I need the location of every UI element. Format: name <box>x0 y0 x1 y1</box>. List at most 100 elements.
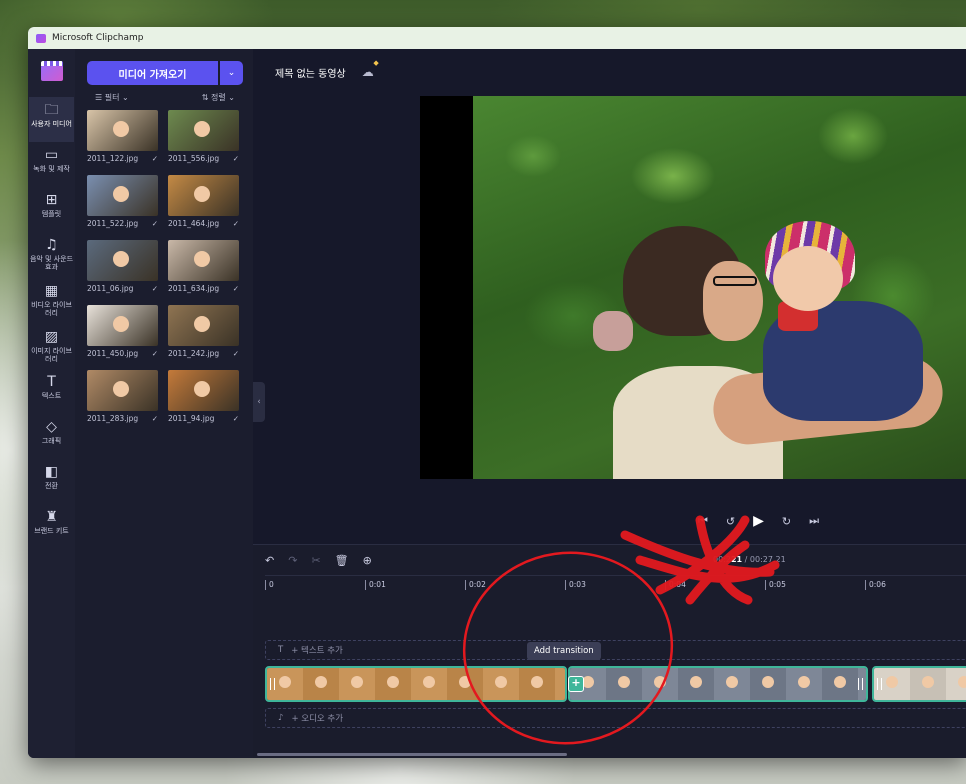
media-grid: 2011_122.jpg ✓ 2011_556.jpg ✓ 2011_522.jpg ✓ 2… <box>87 110 253 435</box>
media-filename: 2011_522.jpg <box>87 219 139 228</box>
clip-frame-thumbnail <box>678 668 714 700</box>
media-thumbnail <box>87 240 158 281</box>
chevron-left-icon: ‹ <box>257 397 261 407</box>
media-item[interactable]: 2011_556.jpg ✓ <box>168 110 240 175</box>
rail-item-label: 음악 및 사운드 효과 <box>29 255 74 272</box>
filter-button[interactable]: ☰ 필터 ⌄ <box>95 92 129 103</box>
rail-item-label: 텍스트 <box>41 392 62 401</box>
clip-trim-handle-left[interactable] <box>270 678 275 690</box>
filter-icon: ☰ <box>95 93 103 102</box>
media-item[interactable]: 2011_94.jpg ✓ <box>168 370 240 435</box>
rail-item-label: 전환 <box>45 482 58 491</box>
added-check-icon: ✓ <box>151 219 158 228</box>
media-item[interactable]: 2011_242.jpg ✓ <box>168 305 240 370</box>
clip-frame-thumbnail <box>303 668 339 700</box>
rewind-5s-icon[interactable]: ↺ <box>726 515 735 528</box>
sort-label: 정렬 <box>211 93 226 102</box>
rail-item-label: 비디오 라이브러리 <box>31 300 72 318</box>
rail-item-4[interactable]: ▦ 비디오 라이브러리 <box>29 278 74 324</box>
undo-icon[interactable]: ↶ <box>265 554 274 567</box>
video-clip-3[interactable] <box>872 666 966 702</box>
clip-frame-thumbnail <box>786 668 822 700</box>
rail-item-7[interactable]: ◇ 그래픽 <box>29 414 74 459</box>
playback-controls: ⏮ ↺ ▶ ↻ ⏭ <box>698 513 819 529</box>
media-thumbnail <box>168 110 239 151</box>
added-check-icon: ✓ <box>151 414 158 423</box>
ruler-tick-label: 0:03 <box>565 580 586 590</box>
media-thumbnail <box>87 305 158 346</box>
rail-item-label: 사용자 미디어 <box>31 120 72 128</box>
media-item[interactable]: 2011_122.jpg ✓ <box>87 110 159 175</box>
skip-to-end-icon[interactable]: ⏭ <box>809 514 819 528</box>
sort-button[interactable]: ⇅ 정렬 ⌄ <box>202 92 235 103</box>
media-filename: 2011_06.jpg <box>87 284 134 293</box>
cloud-off-icon[interactable]: ☁ ◆ <box>362 59 379 79</box>
media-filename: 2011_556.jpg <box>168 154 220 163</box>
clip-frame-thumbnail <box>483 668 519 700</box>
add-transition-button[interactable]: + <box>568 676 584 692</box>
media-thumbnail <box>168 305 239 346</box>
media-item[interactable]: 2011_522.jpg ✓ <box>87 175 159 240</box>
split-scissors-icon[interactable]: ✂ <box>311 554 320 567</box>
collapse-panel-handle[interactable]: ‹ <box>253 382 265 422</box>
media-thumbnail <box>168 370 239 411</box>
video-clip-2[interactable] <box>568 666 868 702</box>
text-icon: T <box>47 374 56 391</box>
video-preview[interactable] <box>420 96 966 479</box>
play-icon[interactable]: ▶ <box>753 513 764 529</box>
ruler-tick-label: 0:02 <box>465 580 486 590</box>
media-item[interactable]: 2011_283.jpg ✓ <box>87 370 159 435</box>
media-thumbnail <box>87 175 158 216</box>
media-item[interactable]: 2011_464.jpg ✓ <box>168 175 240 240</box>
clip-frame-thumbnail <box>519 668 555 700</box>
ruler-tick-label: 0:01 <box>365 580 386 590</box>
premium-gem-icon: ◆ <box>373 59 379 67</box>
media-item[interactable]: 2011_450.jpg ✓ <box>87 305 159 370</box>
rail-item-2[interactable]: ⊞ 템플릿 <box>29 187 74 232</box>
ruler-tick-label: 0:06 <box>865 580 886 590</box>
timecode-display: 00:221 / 00:27.21 <box>713 555 786 564</box>
rail-item-9[interactable]: ♜ 브랜드 키트 <box>29 504 74 549</box>
add-text-label: + 텍스트 추가 <box>291 646 343 656</box>
media-item[interactable]: 2011_06.jpg ✓ <box>87 240 159 305</box>
added-check-icon: ✓ <box>151 349 158 358</box>
sort-icon: ⇅ <box>201 93 209 102</box>
image-icon: ▨ <box>44 328 59 345</box>
templates-icon: ⊞ <box>45 192 58 208</box>
clip-trim-handle-left[interactable] <box>877 678 882 690</box>
clipchamp-app-icon <box>36 33 46 43</box>
media-filename: 2011_242.jpg <box>168 349 220 358</box>
video-clip-1[interactable] <box>265 666 567 702</box>
rail-item-3[interactable]: ♫ 음악 및 사운드 효과 <box>29 232 74 278</box>
left-nav-rail: 🗀 사용자 미디어 ▭ 녹화 및 제작 ⊞ 템플릿 ♫ 음악 및 사운드 효과 ▦ 비디오 라이브… <box>28 49 75 758</box>
timeline-horizontal-scrollbar[interactable] <box>257 753 567 756</box>
media-thumbnail <box>87 110 158 151</box>
add-media-icon[interactable]: ⊕ <box>363 554 372 567</box>
import-media-button[interactable]: 미디어 가져오기 <box>87 61 218 85</box>
clipchamp-logo <box>39 61 65 83</box>
import-options-dropdown[interactable]: ⌄ <box>220 61 243 85</box>
media-filename: 2011_464.jpg <box>168 219 220 228</box>
clip-frame-thumbnail <box>555 668 565 700</box>
media-item[interactable]: 2011_634.jpg ✓ <box>168 240 240 305</box>
forward-5s-icon[interactable]: ↻ <box>782 515 791 528</box>
redo-icon[interactable]: ↷ <box>288 554 297 567</box>
rail-item-0[interactable]: 🗀 사용자 미디어 <box>29 97 74 142</box>
add-audio-track[interactable]: ♪ + 오디오 추가 <box>265 708 966 728</box>
add-text-track[interactable]: T + 텍스트 추가 <box>265 640 966 660</box>
delete-trash-icon[interactable]: 🗑 <box>335 554 349 567</box>
clip-trim-handle-right[interactable] <box>858 678 863 690</box>
clip-frame-thumbnail <box>642 668 678 700</box>
rail-item-5[interactable]: ▨ 이미지 라이브러리 <box>29 324 74 370</box>
timeline-panel: ↶ ↷ ✂ 🗑 ⊕ 00:221 / 00:27.21 0 0:01 0:02 0:0… <box>253 544 966 758</box>
rail-item-label: 브랜드 키트 <box>34 527 69 536</box>
rail-item-6[interactable]: T 텍스트 <box>29 369 74 414</box>
clip-frame-thumbnail <box>946 668 966 700</box>
skip-to-start-icon[interactable]: ⏮ <box>698 514 708 528</box>
project-title[interactable]: 제목 없는 동영상 <box>275 65 346 80</box>
ruler-tick-label: 0:04 <box>665 580 686 590</box>
timeline-ruler[interactable]: 0 0:01 0:02 0:03 0:04 0:05 0:06 <box>265 575 966 595</box>
clip-frame-thumbnail <box>822 668 858 700</box>
rail-item-1[interactable]: ▭ 녹화 및 제작 <box>29 142 74 187</box>
rail-item-8[interactable]: ◧ 전환 <box>29 459 74 504</box>
